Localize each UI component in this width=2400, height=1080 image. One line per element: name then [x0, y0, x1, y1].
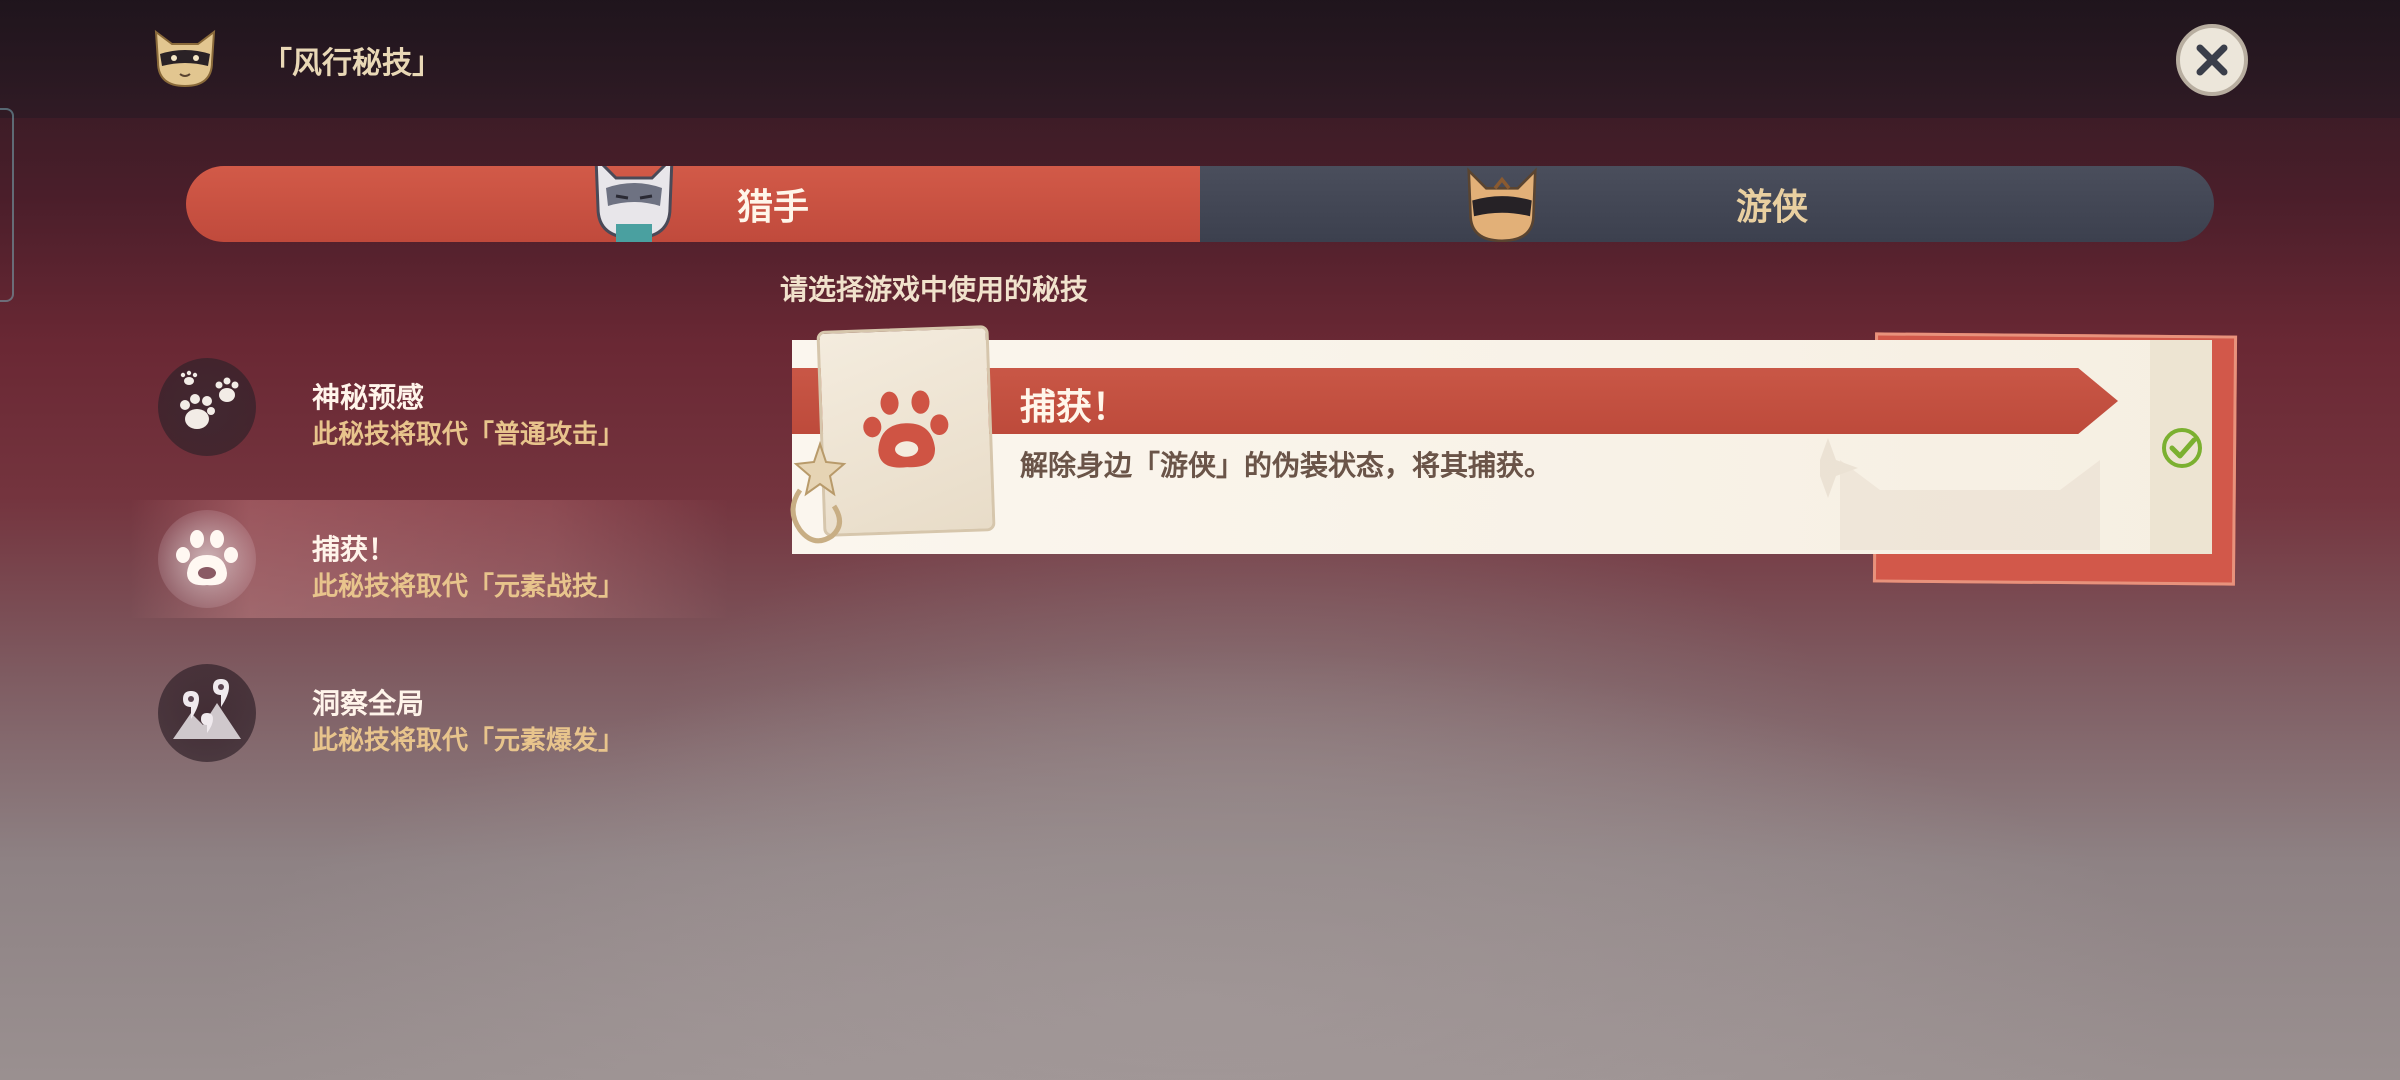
hunter-cat-avatar-icon	[594, 166, 674, 242]
skill-item-capture[interactable]: 捕获！ 此秘技将取代「元素战技」	[130, 500, 730, 618]
check-icon	[2162, 428, 2202, 468]
skill-icon-frame	[158, 664, 256, 762]
paw-icon	[176, 530, 238, 586]
raccoon-mask-icon	[154, 29, 216, 88]
side-rail	[0, 108, 14, 302]
paw-icon	[863, 390, 949, 468]
ranger-cat-avatar-icon	[1467, 167, 1537, 242]
skill-name: 捕获！	[312, 533, 397, 566]
map-pins-icon	[173, 679, 241, 739]
cat-watermark-icon	[1820, 438, 2100, 550]
role-tab-bar: 猎手 游侠	[186, 166, 2214, 242]
detail-description: 解除身边「游侠」的伪装状态，将其捕获。	[1020, 449, 1553, 482]
close-button[interactable]	[2176, 24, 2248, 96]
paperclip-icon	[790, 440, 847, 544]
skill-desc: 此秘技将取代「普通攻击」	[312, 420, 625, 450]
skill-icon-frame	[158, 510, 256, 608]
paw-prints-icon	[180, 370, 239, 429]
skill-icon-frame	[158, 358, 256, 456]
skill-desc: 此秘技将取代「元素战技」	[312, 572, 625, 602]
skill-desc: 此秘技将取代「元素爆发」	[312, 726, 625, 756]
tab-ranger[interactable]: 游侠	[1200, 166, 2214, 242]
instruction-text: 请选择游戏中使用的秘技	[780, 273, 1089, 306]
tab-ranger-label: 游侠	[1735, 187, 1808, 228]
tab-hunter[interactable]: 猎手	[186, 166, 1200, 242]
skill-item-overview[interactable]: 洞察全局 此秘技将取代「元素爆发」	[130, 654, 730, 772]
tab-hunter-label: 猎手	[736, 187, 809, 228]
detail-title: 捕获！	[1020, 387, 1129, 428]
page-title: 「风行秘技」	[262, 46, 442, 81]
skill-name: 神秘预感	[312, 381, 425, 414]
close-icon	[2196, 44, 2228, 76]
skill-item-mysterious-sense[interactable]: 神秘预感 此秘技将取代「普通攻击」	[130, 348, 730, 466]
skill-name: 洞察全局	[312, 687, 425, 720]
